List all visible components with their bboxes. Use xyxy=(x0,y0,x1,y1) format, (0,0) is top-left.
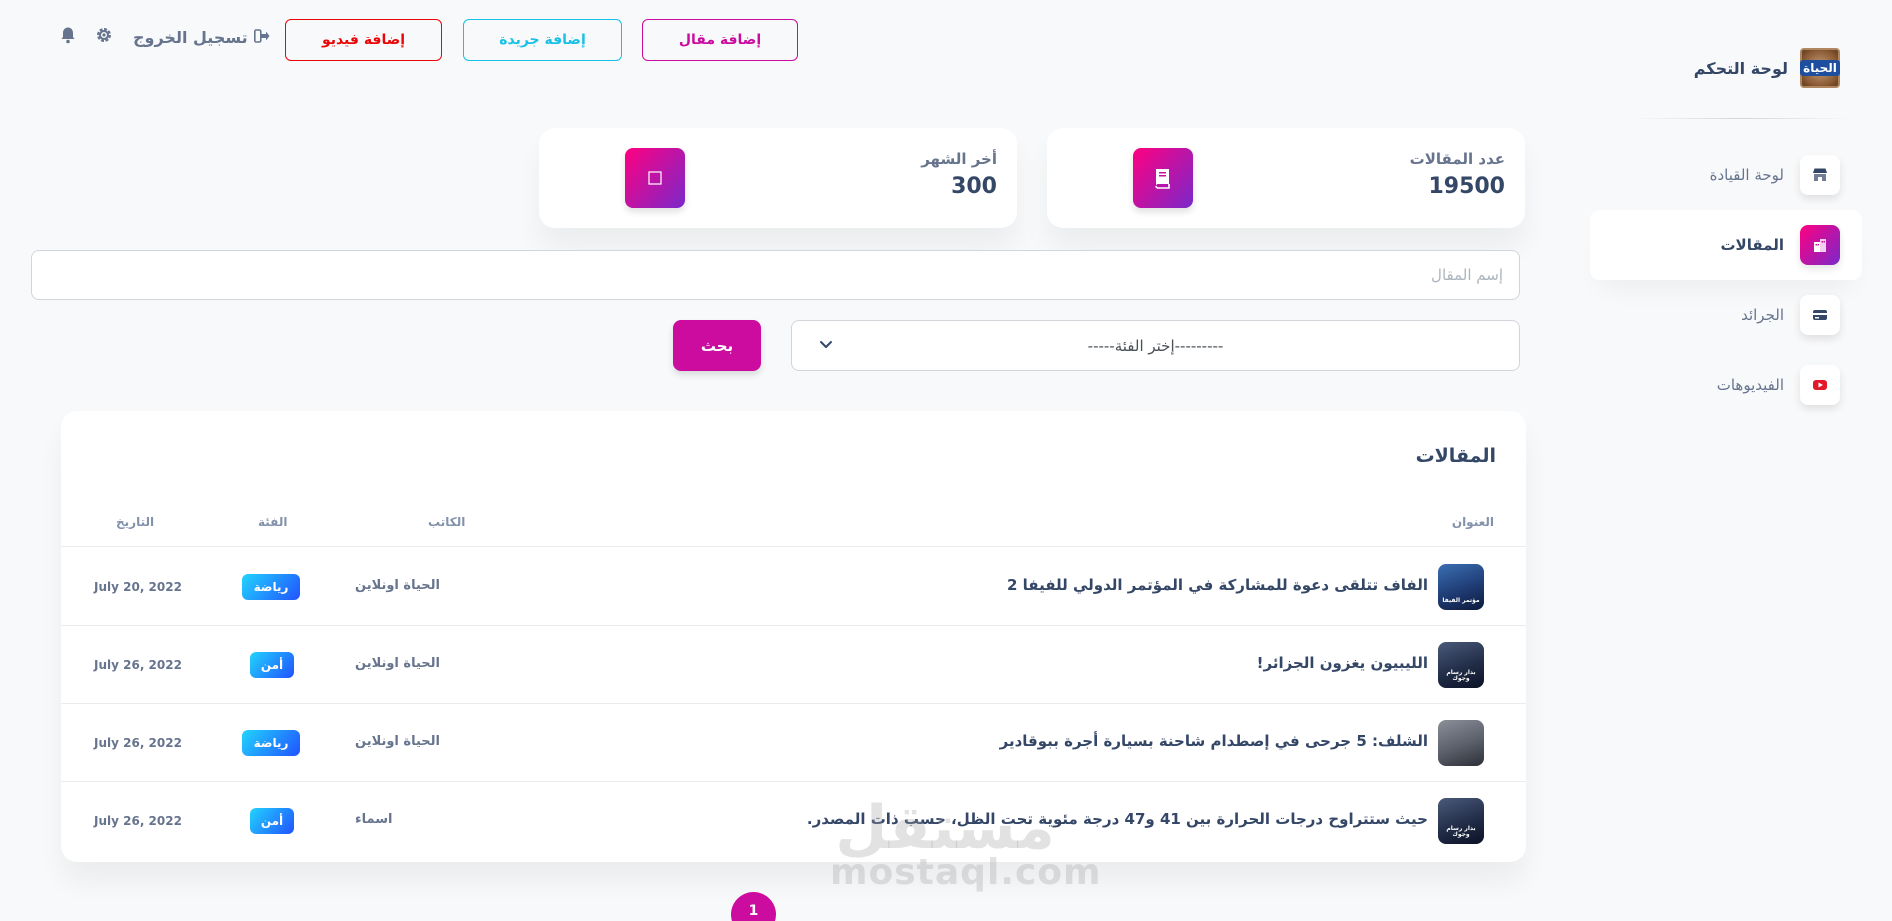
logout-label: تسجيل الخروج xyxy=(133,28,248,47)
category-badge: أمن xyxy=(250,652,294,678)
article-thumbnail: مؤتمر الفيفا xyxy=(1438,564,1484,610)
brand-title: لوحة التحكم xyxy=(1693,58,1788,78)
search-button[interactable]: بحث xyxy=(673,320,761,371)
category-select-value: ---------إختر الفئة----- xyxy=(1087,336,1224,355)
pagination-page-1[interactable]: 1 xyxy=(731,892,776,921)
article-date: July 26, 2022 xyxy=(94,814,182,828)
stat-card-articles: عدد المقالات 19500 xyxy=(1047,128,1525,228)
brand[interactable]: الحياة لوحة التحكم xyxy=(1694,48,1840,88)
article-date: July 26, 2022 xyxy=(94,736,182,750)
youtube-icon xyxy=(1800,365,1840,405)
stat-label: عدد المقالات xyxy=(1409,150,1505,168)
sidebar-item-articles[interactable]: المقالات xyxy=(1590,210,1862,280)
thumbnail-caption: بدار رسام وجوك xyxy=(1446,669,1476,682)
top-navbar: إضافة مقال إضافة جريدة إضافة فيديو تسجيل… xyxy=(55,18,805,64)
sidebar-item-label: الفيديوهات xyxy=(1716,376,1784,394)
sidebar-item-label: الجرائد xyxy=(1741,306,1784,324)
table-row[interactable]: مؤتمر الفيفا الفاف تتلقى دعوة للمشاركة ف… xyxy=(61,548,1526,626)
sidebar-item-newspapers[interactable]: الجرائد xyxy=(1582,280,1892,350)
logout-link[interactable]: تسجيل الخروج xyxy=(133,28,270,47)
thumbnail-caption: مؤتمر الفيفا xyxy=(1442,597,1480,604)
article-title[interactable]: الليبيون يغزون الجزائر! xyxy=(1257,654,1428,672)
office-icon xyxy=(1800,225,1840,265)
article-author: الحياة اونلاين xyxy=(355,578,440,593)
table-row[interactable]: الشلف: 5 جرحى في إصطدام شاحنة بسيارة أجر… xyxy=(61,704,1526,782)
article-title[interactable]: الشلف: 5 جرحى في إصطدام شاحنة بسيارة أجر… xyxy=(1000,732,1428,750)
sidebar-divider xyxy=(1632,118,1852,119)
category-badge: رياضة xyxy=(242,730,300,756)
article-title[interactable]: حيث ستتراوح درجات الحرارة بين 41 و47 درج… xyxy=(807,810,1428,828)
article-author: الحياة اونلاين xyxy=(355,656,440,671)
brand-logo: الحياة xyxy=(1800,48,1840,88)
article-name-input[interactable] xyxy=(31,250,1520,300)
brand-logo-text: الحياة xyxy=(1800,60,1840,76)
column-header-author: الكاتب xyxy=(428,515,466,529)
add-video-button[interactable]: إضافة فيديو xyxy=(285,19,442,61)
articles-table-card: المقالات العنوان الكاتب الفئة التاريخ مؤ… xyxy=(61,411,1526,862)
table-title: المقالات xyxy=(1415,445,1496,467)
sidebar-nav: لوحة القيادة المقالات الجرائد الفيديوهات xyxy=(1582,140,1892,420)
table-header: العنوان الكاتب الفئة التاريخ xyxy=(61,503,1526,547)
stat-value: 300 xyxy=(951,174,997,199)
category-badge: أمن xyxy=(250,808,294,834)
stat-label: أخر الشهر xyxy=(921,150,997,168)
table-row[interactable]: بدار رسام وجوك حيث ستتراوح درجات الحرارة… xyxy=(61,782,1526,860)
category-badge: رياضة xyxy=(242,574,300,600)
add-article-button[interactable]: إضافة مقال xyxy=(642,19,798,61)
category-select[interactable]: ---------إختر الفئة----- xyxy=(791,320,1520,371)
article-author: الحياة اونلاين xyxy=(355,734,440,749)
logout-icon xyxy=(253,28,270,47)
book-icon xyxy=(1133,148,1193,208)
add-newspaper-button[interactable]: إضافة جريدة xyxy=(463,19,622,61)
column-header-title: العنوان xyxy=(1451,515,1494,529)
sidebar-item-label: لوحة القيادة xyxy=(1709,166,1784,184)
stat-value: 19500 xyxy=(1428,174,1505,199)
column-header-category: الفئة xyxy=(258,515,288,529)
sidebar-item-dashboard[interactable]: لوحة القيادة xyxy=(1582,140,1892,210)
table-row[interactable]: بدار رسام وجوك الليبيون يغزون الجزائر! ا… xyxy=(61,626,1526,704)
page-number: 1 xyxy=(748,902,759,919)
gear-icon[interactable] xyxy=(95,26,113,49)
stat-card-month: أخر الشهر 300 xyxy=(539,128,1017,228)
chevron-down-icon xyxy=(818,336,834,356)
article-thumbnail: بدار رسام وجوك xyxy=(1438,798,1484,844)
column-header-date: التاريخ xyxy=(116,515,155,529)
shop-icon xyxy=(1800,155,1840,195)
sidebar-item-videos[interactable]: الفيديوهات xyxy=(1582,350,1892,420)
article-date: July 26, 2022 xyxy=(94,658,182,672)
square-icon xyxy=(625,148,685,208)
thumbnail-caption: بدار رسام وجوك xyxy=(1446,825,1476,838)
article-thumbnail: بدار رسام وجوك xyxy=(1438,642,1484,688)
sidebar-item-label: المقالات xyxy=(1720,236,1784,254)
bell-icon[interactable] xyxy=(60,26,76,49)
sidebar: الحياة لوحة التحكم لوحة القيادة المقالات… xyxy=(1582,0,1892,921)
article-date: July 20, 2022 xyxy=(94,580,182,594)
article-title[interactable]: الفاف تتلقى دعوة للمشاركة في المؤتمر الد… xyxy=(1007,576,1428,594)
credit-card-icon xyxy=(1800,295,1840,335)
article-author: اسماء xyxy=(355,812,393,827)
article-thumbnail xyxy=(1438,720,1484,766)
